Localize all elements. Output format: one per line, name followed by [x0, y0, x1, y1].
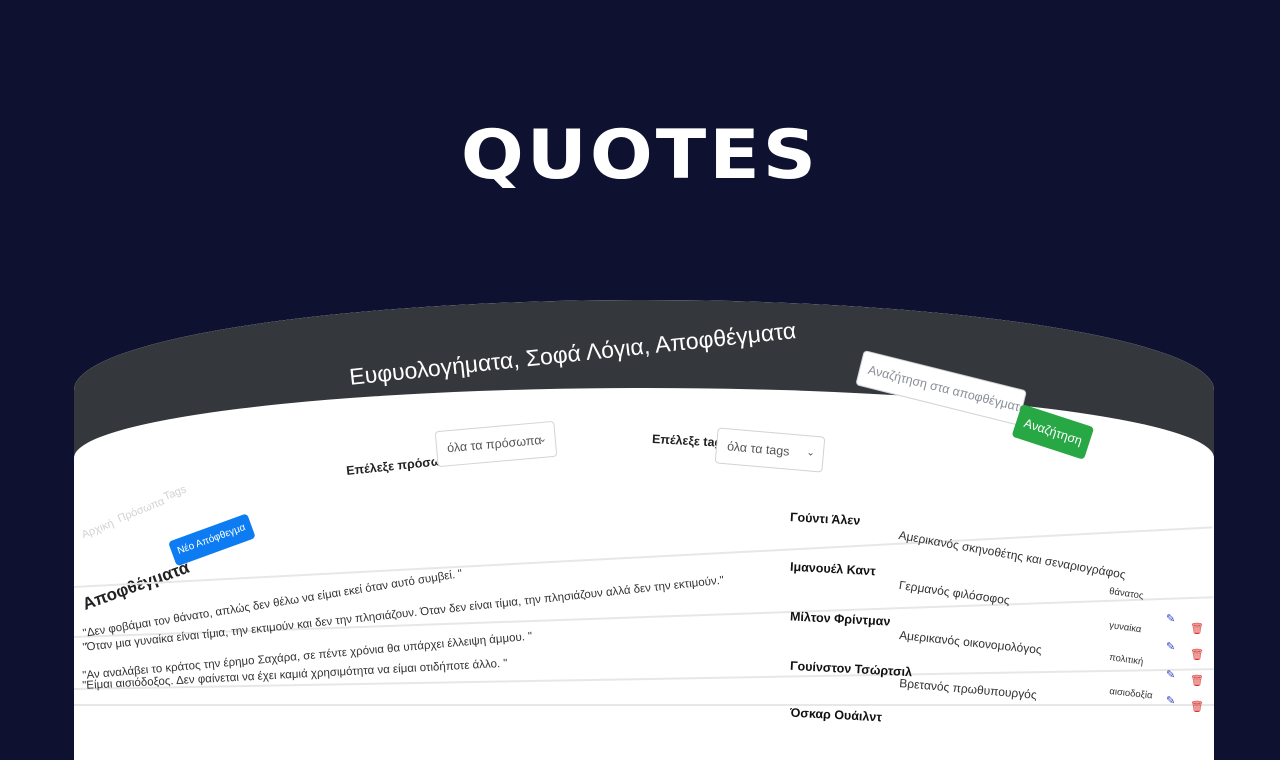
trash-icon[interactable]: 🗑 — [1190, 674, 1204, 687]
tag-select-value: όλα τα tags — [726, 439, 791, 459]
person-select-value: όλα τα πρόσωπα — [446, 433, 543, 456]
edit-icon[interactable]: ✎ — [1166, 612, 1175, 625]
chevron-down-icon: ⌄ — [806, 447, 816, 459]
edit-icon[interactable]: ✎ — [1166, 668, 1175, 681]
row-divider — [74, 704, 1214, 706]
trash-icon[interactable]: 🗑 — [1190, 648, 1204, 661]
edit-icon[interactable]: ✎ — [1166, 640, 1175, 653]
trash-icon[interactable]: 🗑 — [1190, 700, 1204, 713]
trash-icon[interactable]: 🗑 — [1190, 622, 1204, 635]
app-screenshot: Ευφυολογήματα, Σοφά Λόγια, Αποφθέγματα Α… — [74, 300, 1214, 760]
edit-icon[interactable]: ✎ — [1166, 694, 1175, 707]
hero-title: QUOTES — [460, 115, 820, 195]
chevron-down-icon: ⌄ — [537, 433, 548, 446]
